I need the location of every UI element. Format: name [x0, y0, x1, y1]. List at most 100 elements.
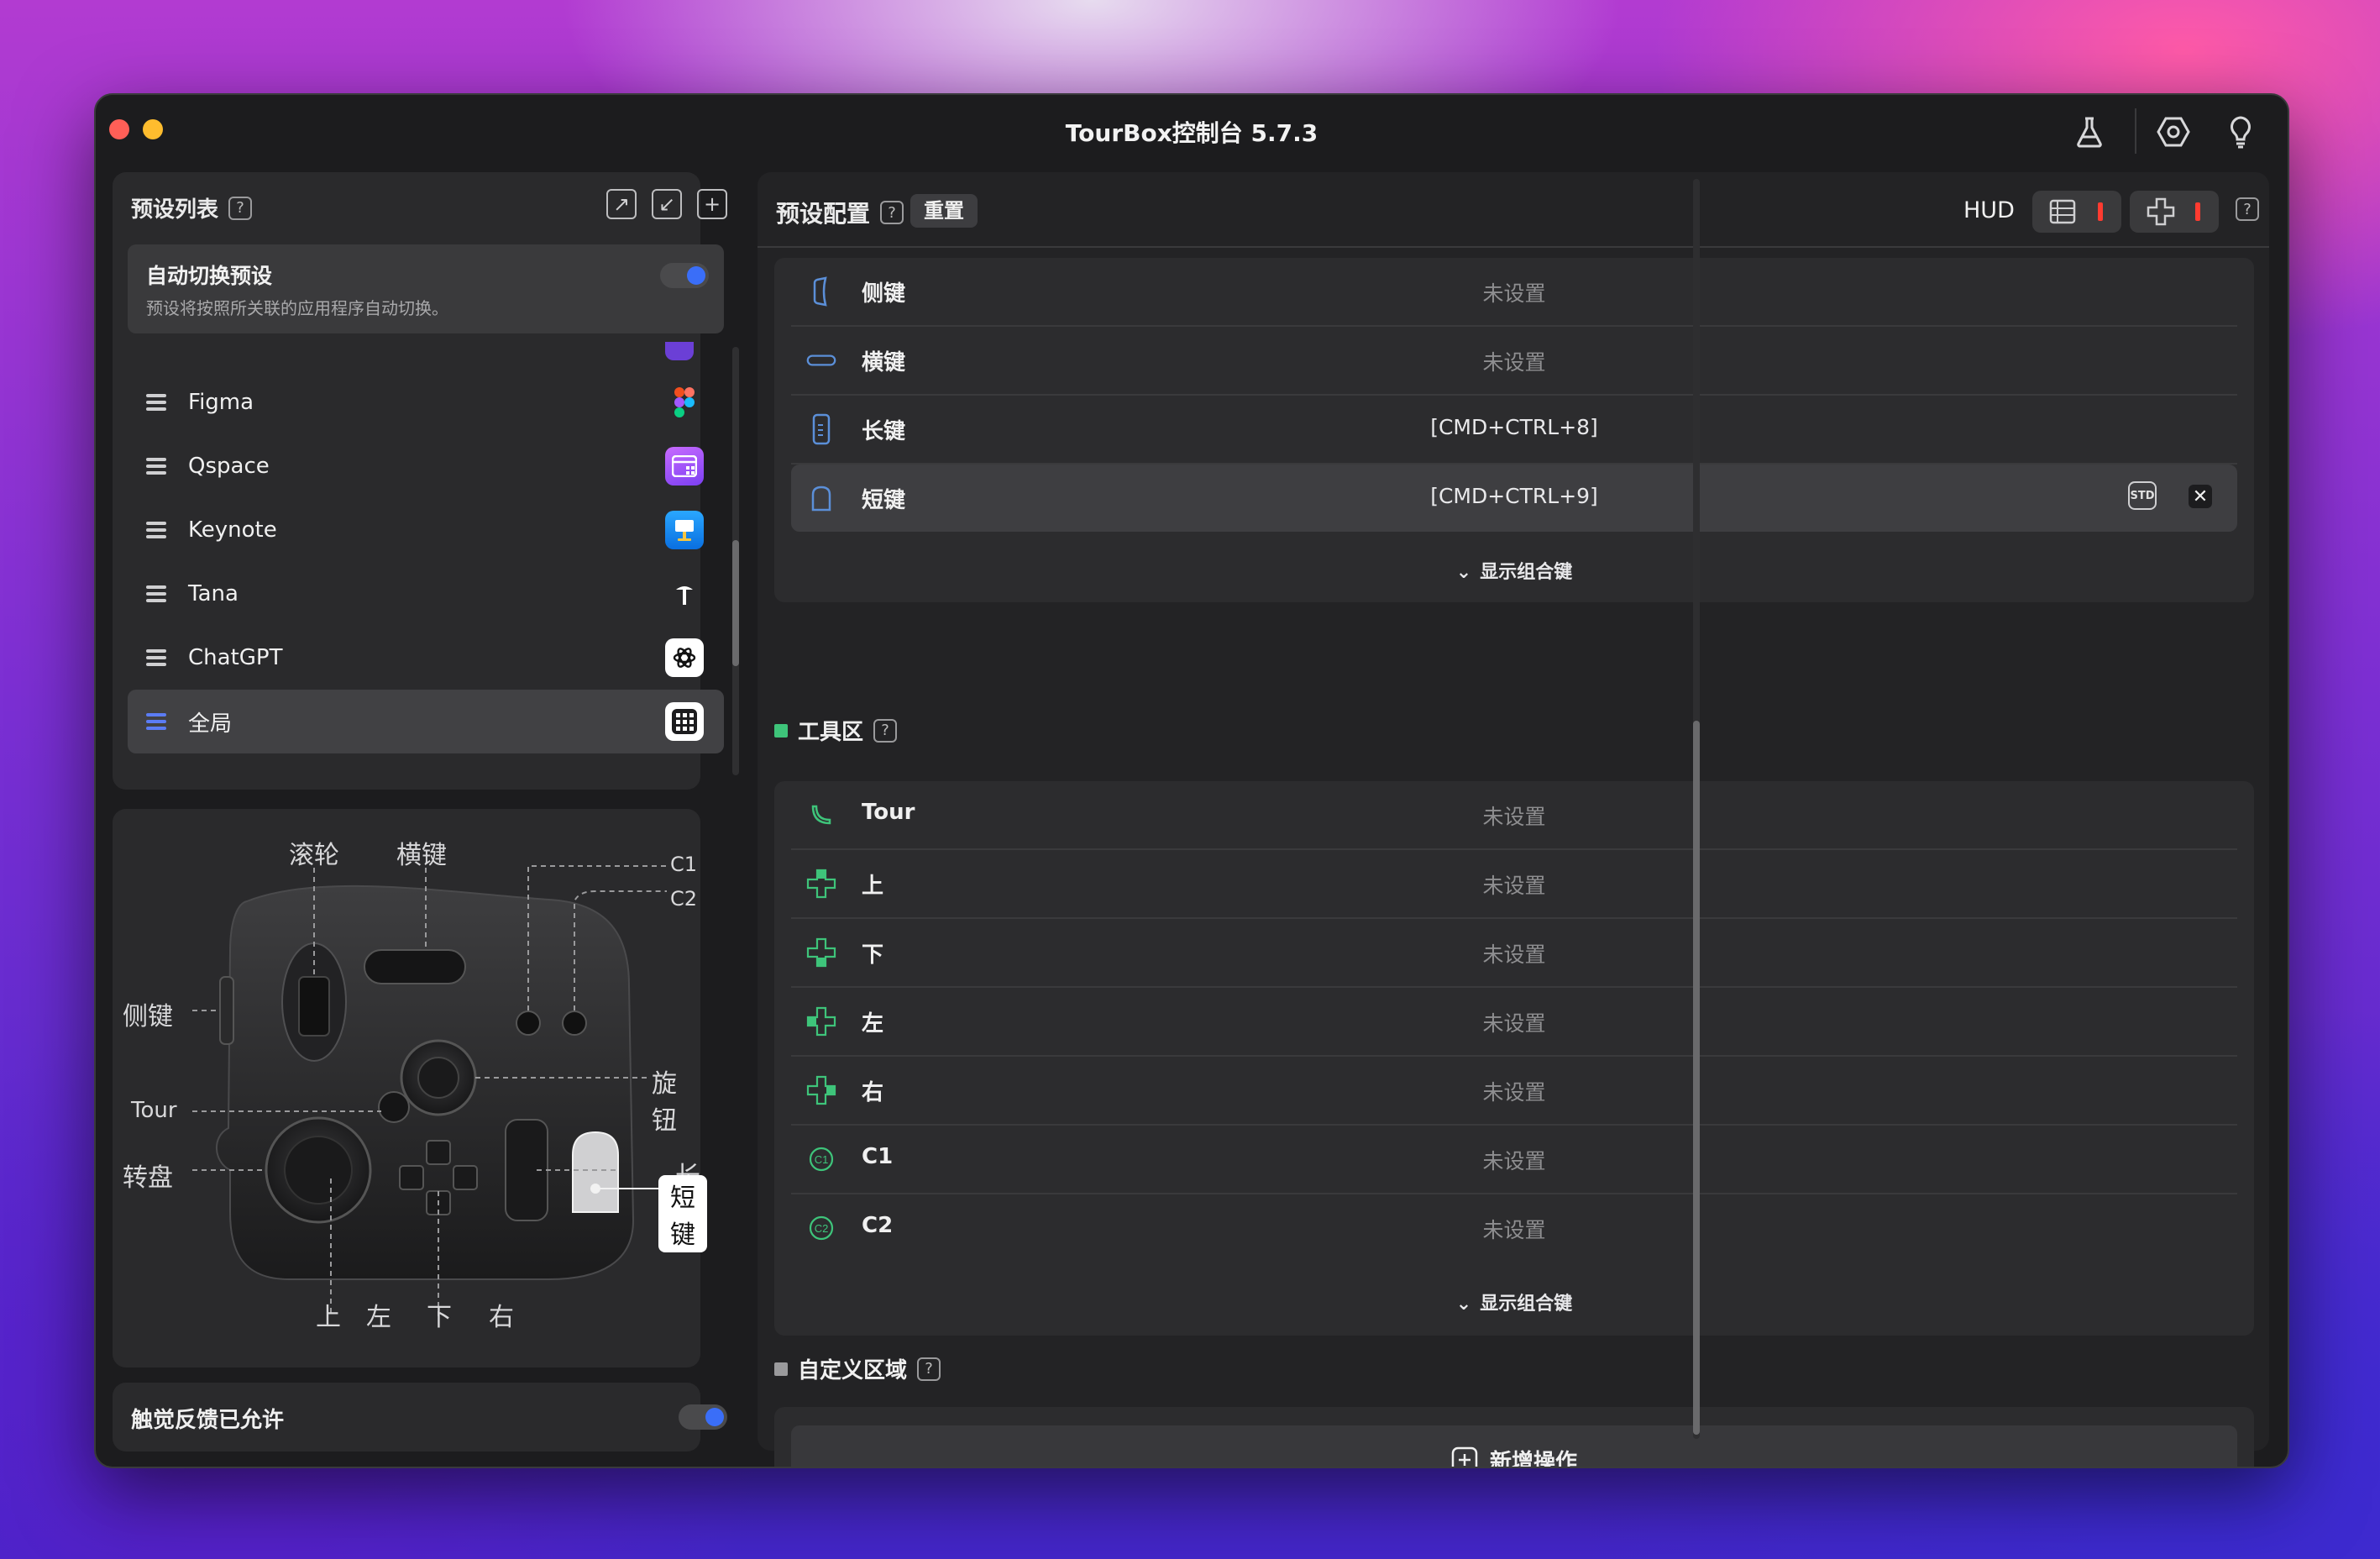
preset-actions: ↗ ↙ + [606, 189, 727, 219]
title-bar: TourBox控制台 5.7.3 [96, 95, 2288, 172]
label-c2: C2 [670, 887, 698, 911]
window-title: TourBox控制台 5.7.3 [1065, 119, 1318, 147]
lightbulb-icon[interactable] [2222, 113, 2259, 150]
haptic-toggle[interactable] [679, 1404, 727, 1430]
show-combo-toggle[interactable]: ⌄ 显示组合键 [774, 557, 2254, 584]
label-c1: C1 [670, 853, 698, 876]
add-action-button[interactable]: 新增操作 [791, 1425, 2237, 1468]
help-icon[interactable]: ? [917, 1357, 941, 1381]
config-row[interactable]: 长键 [CMD+CTRL+8] [791, 396, 2237, 465]
config-title: 预设配置 [776, 200, 871, 228]
tool-section-title: 工具区 [798, 720, 864, 745]
drag-handle-icon[interactable] [146, 522, 166, 538]
config-scrollbar-thumb[interactable] [1693, 721, 1700, 1435]
help-icon[interactable]: ? [880, 201, 904, 224]
label-tour: Tour [131, 1098, 177, 1123]
preset-name: Keynote [188, 517, 277, 543]
hud-indicator [2098, 202, 2103, 221]
hud-list-button[interactable] [2032, 191, 2121, 233]
config-row[interactable]: 侧键 未设置 [791, 258, 2237, 327]
reset-button[interactable]: 重置 [910, 194, 978, 228]
row-value: 未设置 [1482, 805, 1546, 829]
help-icon[interactable]: ? [873, 718, 898, 743]
dpad-icon [2147, 197, 2175, 226]
flask-icon[interactable] [2071, 113, 2108, 150]
label-up: 上 [316, 1303, 341, 1332]
config-row[interactable]: 下 未设置 [791, 919, 2237, 988]
label-right: 右 [489, 1303, 514, 1332]
auto-switch-toggle[interactable] [660, 263, 709, 288]
haptic-panel: 触觉反馈已允许 [113, 1383, 727, 1451]
plus-square-icon [1451, 1446, 1478, 1467]
preset-name: Figma [188, 390, 254, 415]
row-value: 未设置 [1482, 350, 1546, 375]
device-diagram-panel: 滚轮 横键 C1 C2 侧键 旋钮 Tour 长键 转盘 短键 上 左 下 右 [113, 809, 707, 1367]
label-dial: 转盘 [123, 1163, 173, 1193]
row-value: 未设置 [1482, 1149, 1546, 1173]
row-value: [CMD+CTRL+9] [1430, 484, 1598, 508]
chatgpt-icon [665, 638, 704, 677]
custom-section-title: 自定义区域 [798, 1358, 908, 1383]
preset-item-figma[interactable]: Figma [128, 370, 724, 434]
drag-handle-icon[interactable] [146, 649, 166, 666]
app-window: TourBox控制台 5.7.3 预设列表 ? ↗ ↙ + 自动切换预设 预设将… [94, 93, 2289, 1468]
preset-items: Figma Qspace Keynote Tana ChatGPT 全局 [128, 342, 724, 753]
add-preset-icon[interactable]: + [697, 189, 727, 219]
add-action-label: 新增操作 [1489, 1449, 1577, 1468]
help-icon[interactable]: ? [2236, 197, 2259, 221]
config-row[interactable]: Tour 未设置 [791, 781, 2237, 850]
std-button[interactable]: STD [2128, 481, 2157, 510]
config-title-wrap: 预设配置 ? [776, 196, 904, 229]
hexagon-settings-icon[interactable] [2155, 113, 2192, 150]
import-icon[interactable]: ↙ [652, 189, 682, 219]
clear-icon[interactable]: ✕ [2189, 485, 2212, 508]
drag-handle-icon[interactable] [146, 458, 166, 475]
preset-item-qspace[interactable]: Qspace [128, 434, 724, 498]
section-color-marker [774, 723, 788, 738]
preset-item-global[interactable]: 全局 [128, 690, 724, 753]
row-value: [CMD+CTRL+8] [1430, 415, 1598, 439]
tool-group: Tour 未设置 上 未设置 下 未设置 左 未设置 右 未设置 C1 C1 未… [774, 781, 2254, 1336]
preset-config-panel: 预设配置 ? 重置 HUD ? 侧键 未设置 横键 未设置 长键 [CMD+CT… [758, 172, 2269, 1467]
label-down: 下 [427, 1303, 452, 1332]
hud-dpad-button[interactable] [2130, 191, 2219, 233]
label-left: 左 [366, 1303, 391, 1332]
drag-handle-icon[interactable] [146, 394, 166, 411]
auto-switch-box: 自动切换预设 预设将按照所关联的应用程序自动切换。 [128, 244, 724, 333]
config-row[interactable]: 右 未设置 [791, 1057, 2237, 1126]
partial-app-icon [665, 342, 694, 360]
preset-list-title: 预设列表 [131, 197, 219, 223]
list-icon [2049, 199, 2076, 224]
qspace-icon [665, 447, 704, 486]
export-icon[interactable]: ↗ [606, 189, 637, 219]
drag-handle-icon[interactable] [146, 713, 166, 730]
config-row[interactable]: 左 未设置 [791, 988, 2237, 1057]
label-short-key: 短键 [658, 1175, 707, 1252]
help-icon[interactable]: ? [228, 196, 253, 220]
config-row[interactable]: 上 未设置 [791, 850, 2237, 919]
config-row[interactable]: C1 C1 未设置 [791, 1126, 2237, 1194]
auto-switch-title: 自动切换预设 [146, 264, 273, 288]
row-value: 未设置 [1482, 1011, 1546, 1036]
config-header: 预设配置 ? 重置 HUD ? [758, 172, 2269, 248]
haptic-label: 触觉反馈已允许 [131, 1408, 285, 1433]
keynote-icon [665, 511, 704, 549]
grid-icon [665, 702, 704, 741]
config-row[interactable]: 横键 未设置 [791, 327, 2237, 396]
preset-item-tana[interactable]: Tana [128, 562, 724, 626]
drag-handle-icon[interactable] [146, 585, 166, 602]
config-row[interactable]: C2 C2 未设置 [791, 1194, 2237, 1262]
preset-list-header: 预设列表 ? [131, 192, 253, 223]
preset-item-chatgpt[interactable]: ChatGPT [128, 626, 724, 690]
show-combo-toggle[interactable]: ⌄ 显示组合键 [774, 1289, 2254, 1315]
preset-list-panel: 预设列表 ? ↗ ↙ + 自动切换预设 预设将按照所关联的应用程序自动切换。 F… [113, 172, 727, 790]
show-combo-label: 显示组合键 [1480, 1294, 1573, 1315]
config-row-selected[interactable]: 短键 [CMD+CTRL+9] STD ✕ [791, 465, 2237, 532]
preset-list-scrollbar[interactable] [732, 347, 739, 775]
preset-name: 全局 [188, 711, 233, 737]
label-horizontal-key: 横键 [396, 841, 447, 870]
toolbar-divider [2135, 108, 2136, 154]
preset-item-keynote[interactable]: Keynote [128, 498, 724, 562]
tana-icon [665, 575, 704, 613]
row-value: 未设置 [1482, 874, 1546, 898]
